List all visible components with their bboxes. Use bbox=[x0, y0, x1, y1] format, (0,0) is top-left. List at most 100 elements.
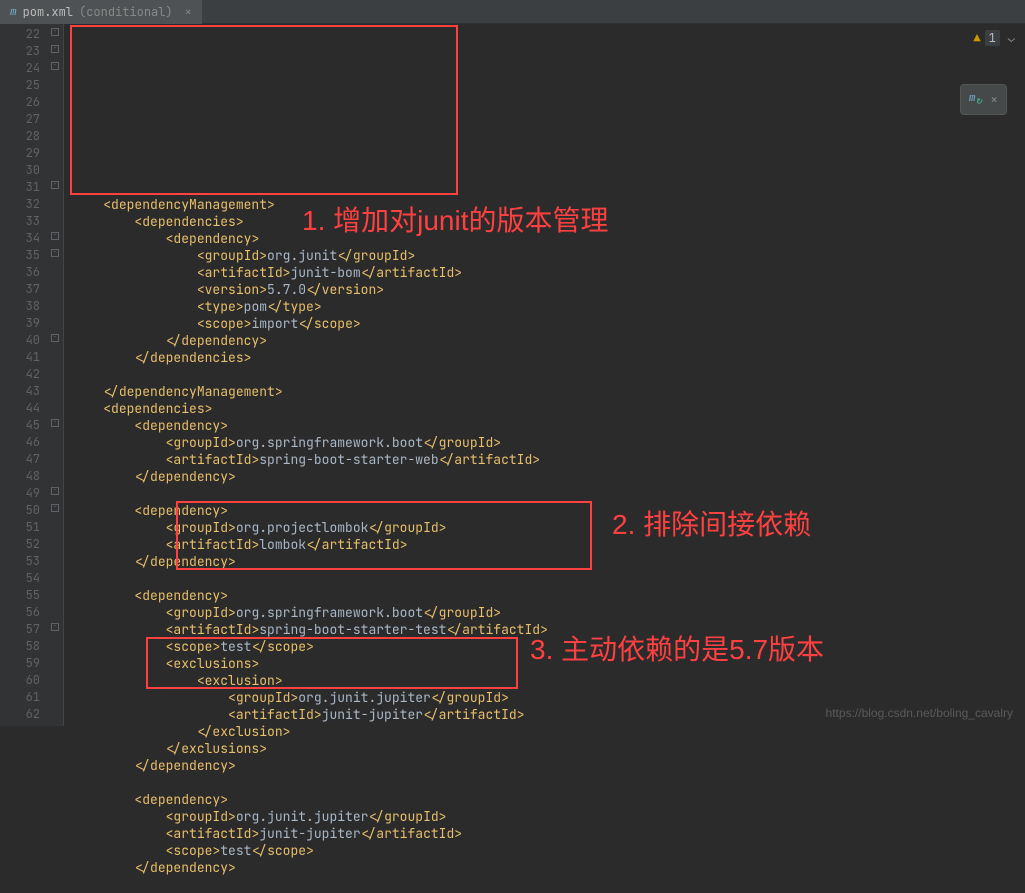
line-number: 26 bbox=[0, 94, 40, 111]
warning-count: 1 bbox=[985, 30, 1000, 46]
tab-qualifier: (conditional) bbox=[79, 4, 173, 20]
line-number: 58 bbox=[0, 638, 40, 655]
code-line: <groupId>org.springframework.boot</group… bbox=[72, 434, 1025, 451]
close-icon[interactable]: × bbox=[990, 91, 998, 108]
line-number: 52 bbox=[0, 536, 40, 553]
code-content[interactable]: 1. 增加对junit的版本管理 2. 排除间接依赖 3. 主动依赖的是5.7版… bbox=[64, 24, 1025, 726]
line-number: 62 bbox=[0, 706, 40, 723]
editor-tab[interactable]: m pom.xml (conditional) × bbox=[0, 0, 202, 24]
line-number: 41 bbox=[0, 349, 40, 366]
maven-file-icon: m bbox=[10, 5, 17, 19]
line-number: 24 bbox=[0, 60, 40, 77]
code-line: </dependency> bbox=[72, 859, 1025, 876]
code-line bbox=[72, 570, 1025, 587]
code-line: <scope>test</scope> bbox=[72, 842, 1025, 859]
code-line: <artifactId>spring-boot-starter-web</art… bbox=[72, 451, 1025, 468]
fold-toggle[interactable]: − bbox=[51, 623, 59, 631]
line-number: 37 bbox=[0, 281, 40, 298]
line-number: 34 bbox=[0, 230, 40, 247]
code-line: </dependencies> bbox=[72, 349, 1025, 366]
code-line: <groupId>org.projectlombok</groupId> bbox=[72, 519, 1025, 536]
line-number: 42 bbox=[0, 366, 40, 383]
code-line: <dependency> bbox=[72, 502, 1025, 519]
line-number: 61 bbox=[0, 689, 40, 706]
line-number: 56 bbox=[0, 604, 40, 621]
line-number: 59 bbox=[0, 655, 40, 672]
code-line bbox=[72, 774, 1025, 791]
code-line: <version>5.7.0</version> bbox=[72, 281, 1025, 298]
tab-bar: m pom.xml (conditional) × bbox=[0, 0, 1025, 24]
code-line: <dependency> bbox=[72, 791, 1025, 808]
line-number: 44 bbox=[0, 400, 40, 417]
line-number: 40 bbox=[0, 332, 40, 349]
fold-toggle[interactable]: − bbox=[51, 487, 59, 495]
line-number: 51 bbox=[0, 519, 40, 536]
code-line: <dependencyManagement> bbox=[72, 196, 1025, 213]
fold-toggle[interactable]: − bbox=[51, 232, 59, 240]
code-line bbox=[72, 876, 1025, 893]
code-line: </dependency> bbox=[72, 553, 1025, 570]
line-number: 47 bbox=[0, 451, 40, 468]
line-number: 32 bbox=[0, 196, 40, 213]
code-line: <groupId>org.junit.jupiter</groupId> bbox=[72, 689, 1025, 706]
fold-toggle[interactable]: − bbox=[51, 249, 59, 257]
fold-toggle[interactable]: − bbox=[51, 504, 59, 512]
maven-tool-popup[interactable]: m↻ × bbox=[960, 84, 1007, 115]
code-line: <artifactId>lombok</artifactId> bbox=[72, 536, 1025, 553]
code-line: <dependency> bbox=[72, 417, 1025, 434]
code-line bbox=[72, 366, 1025, 383]
line-number: 33 bbox=[0, 213, 40, 230]
code-line: </exclusions> bbox=[72, 740, 1025, 757]
fold-column: − − − − − − − − − − − bbox=[48, 24, 64, 726]
code-line: <artifactId>junit-bom</artifactId> bbox=[72, 264, 1025, 281]
code-line: </dependency> bbox=[72, 757, 1025, 774]
fold-toggle[interactable]: − bbox=[51, 181, 59, 189]
line-number: 54 bbox=[0, 570, 40, 587]
fold-toggle[interactable]: − bbox=[51, 334, 59, 342]
line-number: 38 bbox=[0, 298, 40, 315]
code-line: <exclusion> bbox=[72, 672, 1025, 689]
inspection-badge[interactable]: ▲ 1 ⌄ bbox=[973, 30, 1015, 46]
code-line: <groupId>org.springframework.boot</group… bbox=[72, 604, 1025, 621]
editor-area: 2223242526272829303132333435363738394041… bbox=[0, 24, 1025, 726]
line-number: 30 bbox=[0, 162, 40, 179]
code-line: <type>pom</type> bbox=[72, 298, 1025, 315]
code-line: <exclusions> bbox=[72, 655, 1025, 672]
line-number: 23 bbox=[0, 43, 40, 60]
fold-toggle[interactable]: − bbox=[51, 28, 59, 36]
code-line: <groupId>org.junit</groupId> bbox=[72, 247, 1025, 264]
code-line bbox=[72, 485, 1025, 502]
code-line: </dependency> bbox=[72, 468, 1025, 485]
line-number: 35 bbox=[0, 247, 40, 264]
line-number: 50 bbox=[0, 502, 40, 519]
line-number: 46 bbox=[0, 434, 40, 451]
line-number: 43 bbox=[0, 383, 40, 400]
chevron-down-icon: ⌄ bbox=[1008, 30, 1015, 46]
line-number: 53 bbox=[0, 553, 40, 570]
fold-toggle[interactable]: − bbox=[51, 45, 59, 53]
line-number: 22 bbox=[0, 26, 40, 43]
line-number: 48 bbox=[0, 468, 40, 485]
line-number: 45 bbox=[0, 417, 40, 434]
warning-icon: ▲ bbox=[973, 30, 980, 46]
code-line: </dependency> bbox=[72, 332, 1025, 349]
highlight-box-1 bbox=[70, 25, 458, 195]
code-line: </dependencyManagement> bbox=[72, 383, 1025, 400]
line-number: 57 bbox=[0, 621, 40, 638]
code-line: <dependencies> bbox=[72, 400, 1025, 417]
fold-toggle[interactable]: − bbox=[51, 62, 59, 70]
line-number: 31 bbox=[0, 179, 40, 196]
line-number: 39 bbox=[0, 315, 40, 332]
code-line: <artifactId>spring-boot-starter-test</ar… bbox=[72, 621, 1025, 638]
line-number: 25 bbox=[0, 77, 40, 94]
code-line: <groupId>org.junit.jupiter</groupId> bbox=[72, 808, 1025, 825]
line-number: 27 bbox=[0, 111, 40, 128]
code-line: <artifactId>junit-jupiter</artifactId> bbox=[72, 825, 1025, 842]
line-number: 29 bbox=[0, 145, 40, 162]
code-line: <dependency> bbox=[72, 587, 1025, 604]
code-line: <scope>test</scope> bbox=[72, 638, 1025, 655]
line-number: 55 bbox=[0, 587, 40, 604]
close-icon[interactable]: × bbox=[185, 4, 192, 20]
fold-toggle[interactable]: − bbox=[51, 419, 59, 427]
line-number: 28 bbox=[0, 128, 40, 145]
